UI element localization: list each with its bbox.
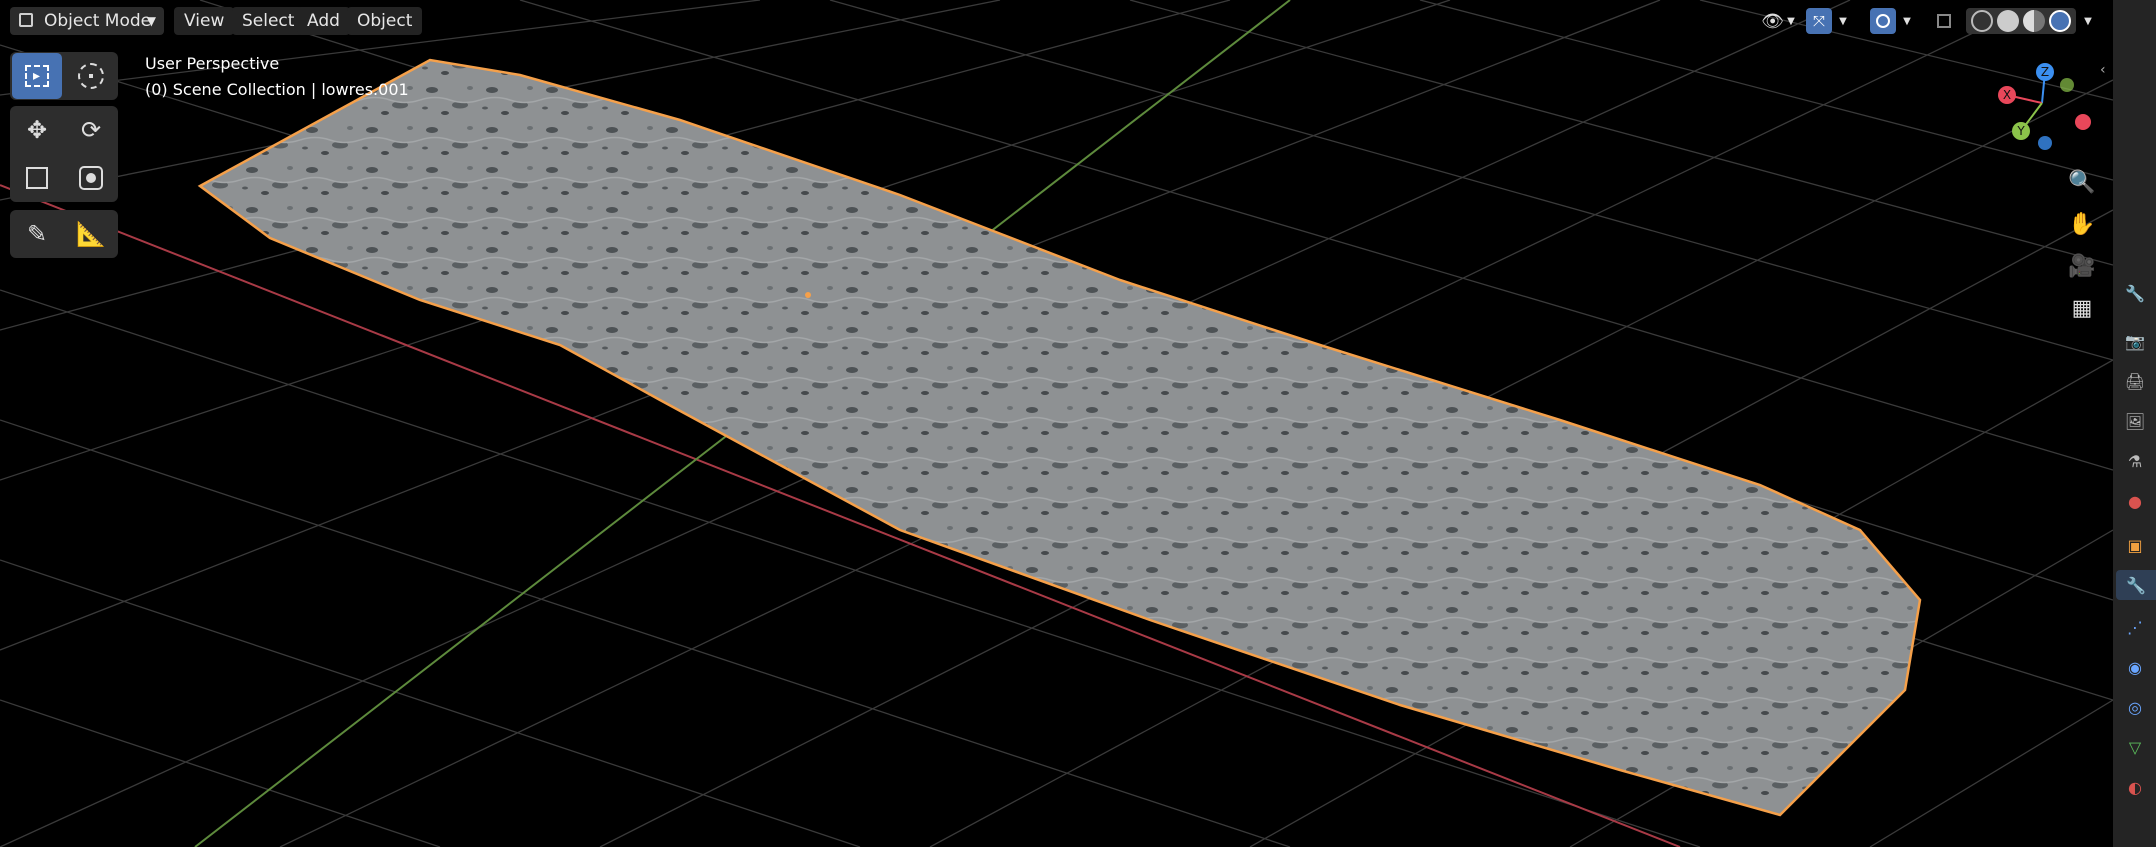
navigation-gizmo[interactable]: Z X Y [1990,55,2100,160]
printer-icon: 🖨 [2124,371,2146,391]
tool-annotate[interactable]: ✎ [12,211,62,257]
zoom-icon: 🔍 [2068,169,2096,195]
chevron-down-icon: ▼ [2084,15,2092,27]
tool-measure[interactable]: 📐 [66,211,116,257]
physics-tab[interactable]: ◉ [2120,652,2150,682]
tool-scale[interactable] [12,155,62,201]
3d-viewport[interactable]: Object Mode ▼ View Select Add Object 👁 ▼ … [0,0,2113,847]
gizmo-z-label: Z [2041,65,2049,79]
toolbar-annotate-group: ✎ 📐 [10,210,118,258]
material-icon: ◐ [2128,777,2142,797]
visibility-dropdown[interactable]: 👁 ▼ [1758,8,1798,34]
gizmo-neg-x [2075,114,2091,130]
material-shading-icon[interactable] [2023,10,2045,32]
wrench-icon: 🔧 [2126,575,2146,595]
gizmo-x-label: X [2003,88,2011,102]
properties-tab-strip: 🔧 📷 🖨 🖼 ⚗ ● ▣ 🔧 ⋰ ◉ ◎ ▽ ◐ [2113,0,2156,847]
tool-move[interactable]: ✥ [12,107,62,153]
scene-icon: ⚗ [2127,451,2143,471]
image-icon: 🖼 [2124,411,2146,431]
menu-add[interactable]: Add [297,7,350,35]
menu-select[interactable]: Select [232,7,305,35]
mode-icon [19,13,33,27]
object-icon: ▣ [2127,535,2143,555]
mode-selector[interactable]: Object Mode ▼ [10,7,164,35]
overlays-icon [1876,14,1890,28]
solid-shading-icon[interactable] [1997,10,2019,32]
gizmo-neg-y [2060,78,2074,92]
tools-icon: 🔧 [2125,283,2145,303]
pan-button[interactable]: ✋ [2062,204,2102,244]
eye-icon: 👁 [1761,10,1785,32]
tool-select-box[interactable]: ▸ [12,53,62,99]
scene-tab[interactable]: ⚗ [2120,446,2150,476]
rotate-icon: ⟳ [80,116,102,144]
origin-dot [805,292,811,298]
output-tab[interactable]: 🖨 [2120,366,2150,396]
render-tab[interactable]: 📷 [2120,326,2150,356]
object-tab[interactable]: ▣ [2120,530,2150,560]
ortho-toggle-button[interactable]: ▦ [2062,288,2102,328]
constraints-tab[interactable]: ◎ [2120,692,2150,722]
mode-label: Object Mode [44,11,152,31]
toolbar-select-group: ▸ [10,52,118,100]
camera-view-button[interactable]: 🎥 [2062,246,2102,286]
menu-object[interactable]: Object [347,7,423,35]
view-layer-tab[interactable]: 🖼 [2120,406,2150,436]
sidebar-toggle-icon[interactable]: ‹ [2100,62,2106,78]
tool-transform[interactable] [66,155,116,201]
mesh-data-icon: ▽ [2128,737,2142,757]
xray-toggle[interactable] [1932,8,1956,34]
gizmo-y-label: Y [2016,124,2025,138]
chevron-down-icon: ▼ [146,14,156,28]
gizmo-dropdown[interactable]: ▼ [1836,8,1850,34]
scale-icon [26,167,48,189]
overlays-toggle[interactable] [1870,8,1896,34]
xray-icon [1937,14,1951,28]
constraints-icon: ◎ [2128,697,2142,717]
camera-back-icon: 📷 [2125,331,2145,351]
move-icon: ✥ [26,116,48,144]
transform-icon [79,166,103,190]
chevron-down-icon: ▼ [1787,15,1795,27]
overlays-dropdown[interactable]: ▼ [1900,8,1914,34]
camera-icon: 🎥 [2068,253,2096,279]
select-box-icon: ▸ [25,65,49,87]
ruler-icon: 📐 [76,220,106,248]
viewport-scene [0,0,2113,847]
physics-icon: ◉ [2128,657,2142,677]
data-tab[interactable]: ▽ [2120,732,2150,762]
wireframe-shading-icon[interactable] [1971,10,1993,32]
chevron-down-icon: ▼ [1839,15,1847,27]
grid-icon: ▦ [2071,295,2093,321]
particles-tab[interactable]: ⋰ [2120,612,2150,642]
gizmo-icon: ⤧ [1812,12,1825,30]
tool-rotate[interactable]: ⟳ [66,107,116,153]
shading-modes [1966,8,2076,34]
menu-view[interactable]: View [174,7,235,35]
world-tab[interactable]: ● [2120,486,2150,516]
toolbar-transform-group: ✥ ⟳ [10,106,118,202]
material-tab[interactable]: ◐ [2120,772,2150,802]
gizmo-toggle[interactable]: ⤧ [1806,8,1832,34]
shading-dropdown[interactable]: ▼ [2080,8,2096,34]
particles-icon: ⋰ [2127,617,2143,637]
rendered-shading-icon[interactable] [2049,10,2071,32]
chevron-down-icon: ▼ [1903,15,1911,27]
terrain-mesh [197,58,1922,817]
cursor-icon [78,63,104,89]
view-name: User Perspective [145,54,280,73]
tool-cursor[interactable] [66,53,116,99]
tool-tab[interactable]: 🔧 [2120,278,2150,308]
world-icon: ● [2128,491,2142,511]
modifiers-tab[interactable]: 🔧 [2116,570,2156,600]
pencil-icon: ✎ [26,220,48,248]
hand-icon: ✋ [2068,211,2096,237]
collection-info: (0) Scene Collection | lowres.001 [145,80,409,99]
zoom-button[interactable]: 🔍 [2062,162,2102,202]
gizmo-neg-z [2038,136,2052,150]
